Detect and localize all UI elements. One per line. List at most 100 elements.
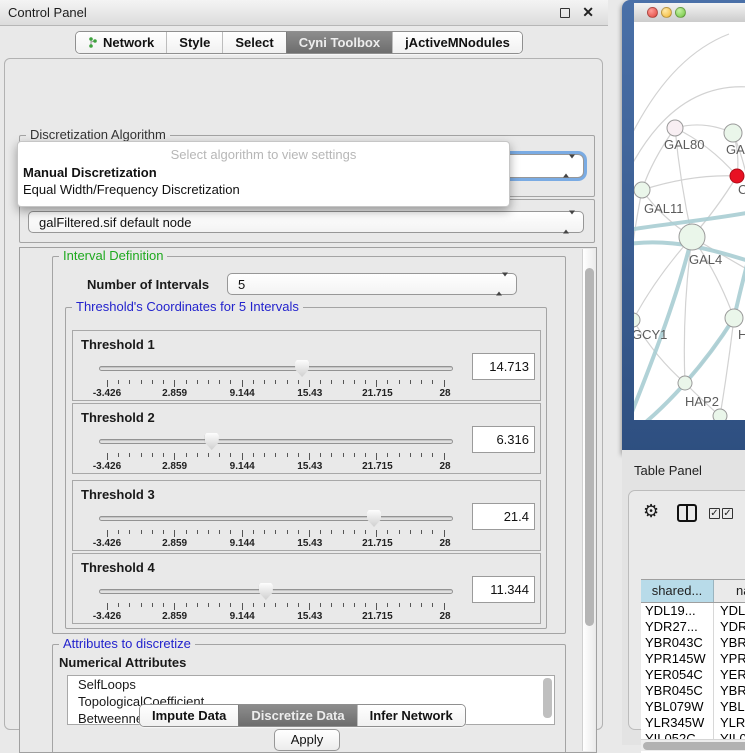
tab-label: Cyni Toolbox (299, 35, 380, 50)
cell-shared-name[interactable]: YBL079W (641, 699, 714, 715)
slider-ticks (107, 603, 445, 610)
cell-shared-name[interactable]: YDR27... (641, 619, 714, 635)
cell-name[interactable]: YBL0 (714, 699, 745, 715)
network-node[interactable] (678, 376, 692, 390)
panel-scrollbar (582, 249, 595, 751)
threshold-slider-3[interactable] (99, 511, 453, 529)
minimize-traffic-light-icon[interactable] (661, 7, 672, 18)
network-edge[interactable] (634, 237, 692, 320)
cell-name[interactable]: YLR3 (714, 715, 745, 731)
cell-name[interactable]: YDL1 (714, 603, 745, 619)
slider-thumb[interactable] (259, 583, 273, 600)
cell-shared-name[interactable]: YDL19... (641, 603, 714, 619)
tab-style[interactable]: Style (166, 32, 222, 53)
cell-shared-name[interactable]: YER054C (641, 667, 714, 683)
close-icon[interactable]: ✕ (582, 4, 594, 21)
table-row[interactable]: YDL19...YDL1 (641, 603, 745, 619)
cell-shared-name[interactable]: YPR145W (641, 651, 714, 667)
table-row[interactable]: YPR145WYPR1 (641, 651, 745, 667)
tab-label: Impute Data (152, 708, 226, 723)
threshold-value-field-3[interactable]: 21.4 (472, 503, 535, 530)
table-hscrollbar-thumb[interactable] (643, 742, 745, 750)
network-edge[interactable] (642, 176, 737, 190)
threshold-value-field-2[interactable]: 6.316 (472, 426, 535, 453)
cell-name[interactable]: YBR0 (714, 683, 745, 699)
table-row[interactable]: YER054CYER0 (641, 667, 745, 683)
thresholds-group-label: Threshold's Coordinates for 5 Intervals (72, 299, 303, 314)
algorithm-option-manual-discretization[interactable]: Manual Discretization (23, 165, 157, 180)
column-header-name[interactable]: na (714, 580, 745, 602)
cell-shared-name[interactable]: YBR043C (641, 635, 714, 651)
slider-thumb[interactable] (367, 510, 381, 527)
top-tab-bar: Network Style Select Cyni Toolbox jActiveMNo… (75, 31, 523, 54)
number-of-intervals-label: Number of Intervals (87, 277, 209, 292)
threshold-value-field-4[interactable]: 11.344 (472, 576, 535, 603)
slider-thumb[interactable] (205, 433, 219, 450)
table-panel-title: Table Panel (634, 463, 702, 478)
settings-scroll-pane: Interval Definition Number of Intervals … (19, 247, 597, 753)
threshold-slider-2[interactable] (99, 434, 453, 452)
table-body: YDL19...YDL1YDR27...YDR2YBR043CYBR0YPR14… (641, 603, 745, 753)
threshold-slider-4[interactable] (99, 584, 453, 602)
tab-label: Network (103, 35, 154, 50)
table-row[interactable]: YDR27...YDR2 (641, 619, 745, 635)
table-row[interactable]: YLR345WYLR3 (641, 715, 745, 731)
table-row[interactable]: YBL079WYBL0 (641, 699, 745, 715)
apply-button[interactable]: Apply (274, 729, 340, 751)
tab-impute-data[interactable]: Impute Data (140, 705, 238, 726)
network-node-label-gcy1: GCY1 (634, 327, 667, 342)
threshold-value-field-1[interactable]: 14.713 (472, 353, 535, 380)
panel-title: Control Panel (8, 5, 87, 20)
checkbox-icon[interactable]: ✓ (722, 508, 733, 519)
network-node[interactable] (679, 224, 705, 250)
gear-icon[interactable]: ⚙ (643, 503, 659, 521)
close-traffic-light-icon[interactable] (647, 7, 658, 18)
tab-select[interactable]: Select (222, 32, 285, 53)
interval-definition-group: Interval Definition Number of Intervals … (52, 256, 566, 634)
checkbox-icon[interactable]: ✓ (709, 508, 720, 519)
slider-thumb[interactable] (295, 360, 309, 377)
network-node[interactable] (724, 124, 742, 142)
network-edge[interactable] (634, 190, 642, 282)
cell-name[interactable]: YER0 (714, 667, 745, 683)
right-panel: GAL80GACGAL11GAL4GCY1HHAP2 Table Panel ⚙… (622, 0, 745, 745)
split-columns-icon[interactable] (677, 504, 697, 522)
network-node-label-gal11: GAL11 (644, 201, 684, 216)
column-header-shared-name[interactable]: shared... (641, 580, 714, 602)
network-node[interactable] (667, 120, 683, 136)
cell-shared-name[interactable]: YLR345W (641, 715, 714, 731)
slider-tick-labels: -3.4262.8599.14415.4321.71528 (107, 388, 445, 400)
attributes-group-label: Attributes to discretize (59, 636, 195, 651)
table-row[interactable]: YBR045CYBR0 (641, 683, 745, 699)
zoom-traffic-light-icon[interactable] (675, 7, 686, 18)
network-node-label-gal4: GAL4 (689, 252, 722, 267)
tab-network[interactable]: Network (76, 32, 166, 53)
network-node[interactable] (634, 182, 650, 198)
threshold-slider-1[interactable] (99, 361, 453, 379)
tab-label: Select (235, 35, 273, 50)
cell-name[interactable]: YBR0 (714, 635, 745, 651)
table-data-combo[interactable]: galFiltered.sif default node (28, 211, 584, 233)
float-window-icon[interactable] (560, 8, 570, 18)
tab-infer-network[interactable]: Infer Network (357, 705, 465, 726)
tab-jactivemnodules[interactable]: jActiveMNodules (392, 32, 522, 53)
number-of-intervals-combo[interactable]: 5 (227, 273, 517, 295)
cell-shared-name[interactable]: YBR045C (641, 683, 714, 699)
tab-cyni-toolbox[interactable]: Cyni Toolbox (286, 32, 392, 53)
table-row[interactable]: YBR043CYBR0 (641, 635, 745, 651)
panel-scrollbar-thumb[interactable] (585, 268, 594, 626)
network-node[interactable] (713, 409, 727, 420)
attribute-item-selfloops[interactable]: SelfLoops (68, 676, 554, 693)
network-window-titlebar (634, 3, 745, 22)
network-node[interactable] (730, 169, 744, 183)
cell-name[interactable]: YPR1 (714, 651, 745, 667)
cell-name[interactable]: YDR2 (714, 619, 745, 635)
network-node[interactable] (725, 309, 743, 327)
tab-discretize-data[interactable]: Discretize Data (238, 705, 356, 726)
cyni-toolbox-panel: Discretization Algorithm Select algorith… (4, 58, 603, 730)
network-node[interactable] (634, 313, 640, 327)
network-canvas[interactable]: GAL80GACGAL11GAL4GCY1HHAP2 (634, 22, 745, 420)
attributes-scrollbar[interactable] (543, 678, 552, 718)
algorithm-option-equal-width-frequency[interactable]: Equal Width/Frequency Discretization (23, 182, 240, 197)
screen: { "titlebar": { "title": "Control Panel"… (0, 0, 745, 745)
